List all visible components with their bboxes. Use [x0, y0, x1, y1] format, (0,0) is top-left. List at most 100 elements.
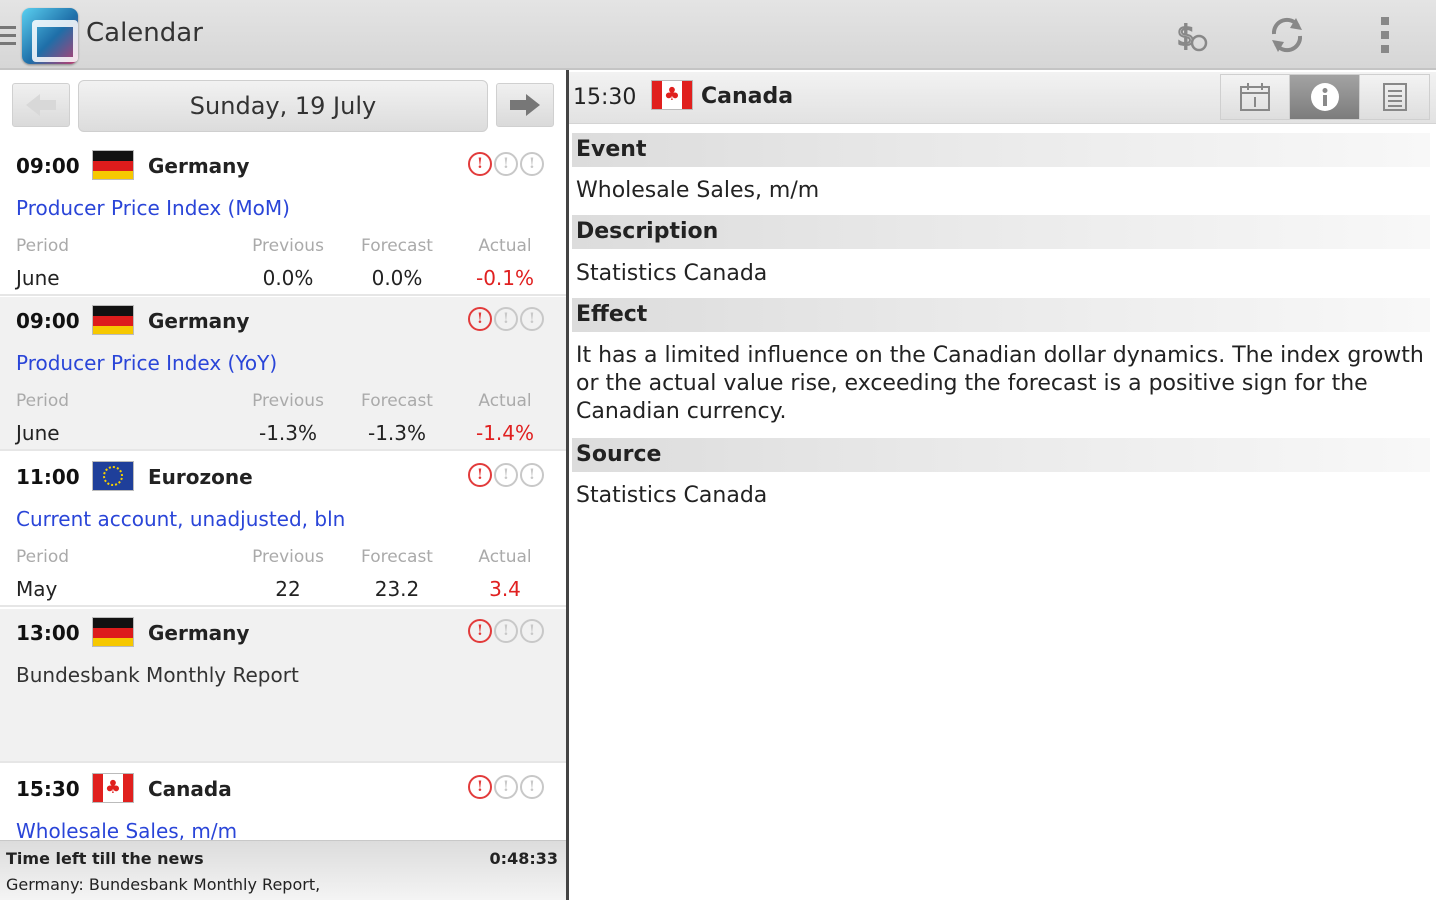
event-item[interactable]: 11:00 Eurozone ! ! ! Current account, un… [0, 453, 566, 607]
previous-label: Previous [252, 236, 324, 256]
canada-flag-icon: ♣ [651, 80, 693, 110]
germany-flag-icon [92, 305, 134, 335]
currency-filter-icon[interactable]: $ [1168, 12, 1214, 58]
event-item[interactable]: 09:00 Germany ! ! ! Producer Price Index… [0, 297, 566, 451]
forecast-value: 23.2 [374, 577, 420, 601]
period-value: June [16, 421, 60, 445]
detail-country: Canada [701, 84, 794, 109]
importance-indicator: ! ! ! [468, 775, 544, 799]
effect-value: It has a limited influence on the Canadi… [576, 343, 1424, 424]
description-heading: Description [572, 215, 1430, 249]
info-icon [1310, 83, 1339, 111]
event-name-link[interactable]: Current account, unadjusted, bln [16, 507, 345, 531]
importance-indicator: ! ! ! [468, 307, 544, 331]
event-time: 09:00 [16, 309, 80, 333]
event-value: Wholesale Sales, m/m [576, 178, 820, 203]
importance-off-icon: ! [494, 619, 518, 643]
actual-label: Actual [478, 391, 532, 411]
importance-on-icon: ! [468, 775, 492, 799]
importance-on-icon: ! [468, 619, 492, 643]
tab-info[interactable] [1290, 74, 1360, 120]
detail-header: 15:30 ♣ Canada [569, 72, 1436, 124]
description-value: Statistics Canada [576, 261, 768, 286]
tab-calendar[interactable] [1220, 74, 1290, 120]
canada-flag-icon: ♣ [92, 773, 134, 803]
importance-off-icon: ! [494, 152, 518, 176]
arrow-left-icon [26, 94, 56, 116]
actual-label: Actual [478, 547, 532, 567]
event-country: Germany [148, 309, 250, 333]
forecast-value: -1.3% [367, 421, 427, 445]
event-time: 15:30 [16, 777, 80, 801]
countdown-timer: 0:48:33 [489, 849, 558, 868]
date-navigator: Sunday, 19 July [0, 72, 566, 138]
previous-label: Previous [252, 547, 324, 567]
importance-off-icon: ! [520, 307, 544, 331]
importance-off-icon: ! [520, 463, 544, 487]
event-name: Bundesbank Monthly Report [16, 663, 299, 687]
event-country: Canada [148, 777, 232, 801]
detail-tabs [1220, 74, 1430, 120]
previous-value: 22 [275, 577, 301, 601]
forecast-value: 0.0% [371, 266, 423, 290]
drawer-menu-icon[interactable] [0, 26, 16, 46]
next-day-button[interactable] [496, 83, 554, 127]
app-logo[interactable] [22, 8, 78, 64]
action-bar: Calendar $ [0, 0, 1436, 70]
source-value: Statistics Canada [576, 483, 768, 508]
importance-indicator: ! ! ! [468, 152, 544, 176]
event-time: 11:00 [16, 465, 80, 489]
importance-on-icon: ! [468, 152, 492, 176]
event-country: Germany [148, 154, 250, 178]
period-label: Period [16, 391, 70, 411]
previous-value: -1.3% [258, 421, 318, 445]
effect-heading: Effect [572, 298, 1430, 332]
event-country: Germany [148, 621, 250, 645]
countdown-label: Time left till the news [6, 849, 204, 868]
actual-value: -1.4% [475, 421, 535, 445]
actual-value: 3.4 [489, 577, 521, 601]
calendar-icon [1240, 83, 1270, 111]
germany-flag-icon [92, 617, 134, 647]
importance-off-icon: ! [520, 619, 544, 643]
app-title: Calendar [86, 18, 203, 48]
period-value: June [16, 266, 60, 290]
event-name-link[interactable]: Producer Price Index (MoM) [16, 196, 290, 220]
date-button[interactable]: Sunday, 19 July [78, 80, 488, 132]
importance-off-icon: ! [520, 152, 544, 176]
event-item[interactable]: 09:00 Germany ! ! ! Producer Price Index… [0, 142, 566, 296]
detail-time: 15:30 [573, 85, 637, 110]
event-country: Eurozone [148, 465, 253, 489]
forecast-label: Forecast [361, 236, 433, 256]
period-label: Period [16, 236, 70, 256]
actual-label: Actual [478, 236, 532, 256]
previous-day-button[interactable] [12, 83, 70, 127]
document-icon [1382, 83, 1407, 111]
tab-document[interactable] [1360, 74, 1430, 120]
event-item[interactable]: 13:00 Germany ! ! ! Bundesbank Monthly R… [0, 609, 566, 763]
event-time: 09:00 [16, 154, 80, 178]
event-heading: Event [572, 133, 1430, 167]
actual-value: -0.1% [475, 266, 535, 290]
importance-on-icon: ! [468, 307, 492, 331]
importance-indicator: ! ! ! [468, 463, 544, 487]
importance-on-icon: ! [468, 463, 492, 487]
importance-off-icon: ! [494, 307, 518, 331]
event-detail-pane: 15:30 ♣ Canada Event Wholesale Sales, m/… [569, 72, 1436, 900]
previous-label: Previous [252, 391, 324, 411]
arrow-right-icon [510, 94, 540, 116]
eurozone-flag-icon [92, 461, 134, 491]
importance-off-icon: ! [494, 463, 518, 487]
event-list-pane: Sunday, 19 July 09:00 Germany ! ! ! Prod… [0, 72, 566, 900]
refresh-icon[interactable] [1264, 12, 1310, 58]
overflow-menu-icon[interactable] [1362, 12, 1408, 58]
importance-indicator: ! ! ! [468, 619, 544, 643]
source-heading: Source [572, 438, 1430, 472]
event-time: 13:00 [16, 621, 80, 645]
period-label: Period [16, 547, 70, 567]
forecast-label: Forecast [361, 547, 433, 567]
period-value: May [16, 577, 58, 601]
event-name-link[interactable]: Producer Price Index (YoY) [16, 351, 277, 375]
germany-flag-icon [92, 150, 134, 180]
previous-value: 0.0% [262, 266, 314, 290]
